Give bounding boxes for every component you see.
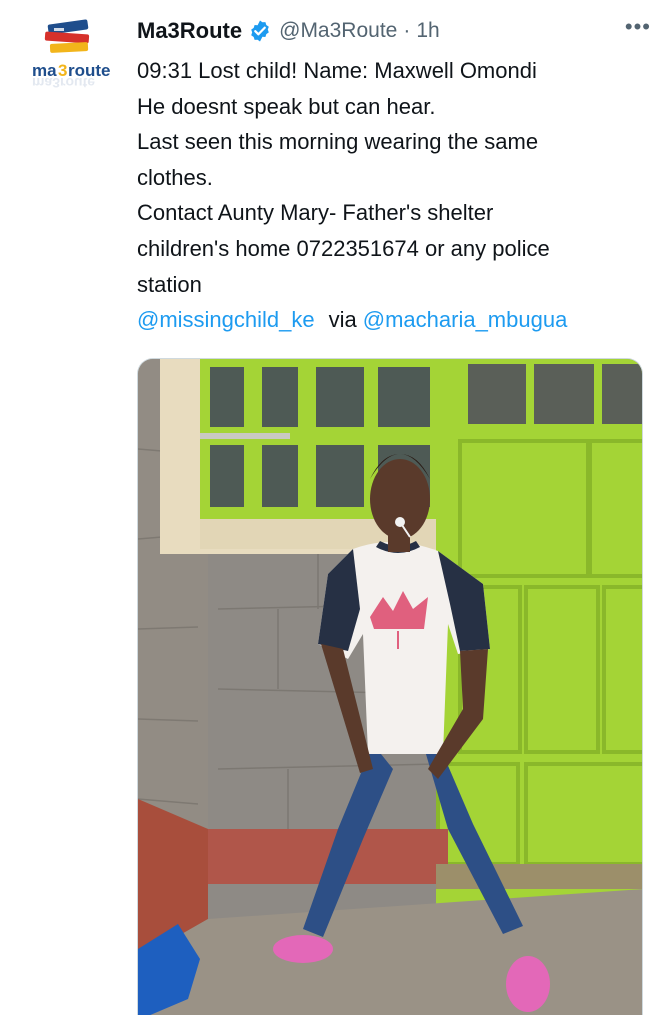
tweet-text: 09:31 Lost child! Name: Maxwell Omondi H…	[137, 53, 657, 338]
author-handle[interactable]: @Ma3Route	[279, 19, 397, 43]
tweet-line: station	[137, 271, 202, 297]
tweet-line: children's home 0722351674 or any police	[137, 235, 550, 261]
verified-badge-icon	[248, 19, 272, 43]
via-label: via	[328, 307, 357, 333]
missing-child-photo	[138, 359, 642, 1015]
mention-link[interactable]: @macharia_mbugua	[363, 307, 568, 332]
tweet-card[interactable]: ma 3 route ma3route Ma3Route @Ma3Route ·…	[0, 0, 669, 1015]
mention-link[interactable]: @missingchild_ke	[137, 307, 315, 332]
tweet-header: Ma3Route @Ma3Route · 1h •••	[137, 14, 651, 48]
author-display-name[interactable]: Ma3Route	[137, 18, 242, 44]
more-options-icon[interactable]: •••	[625, 16, 651, 46]
header-separator: ·	[403, 19, 411, 42]
ma3route-logo: ma 3 route ma3route	[32, 19, 111, 91]
svg-text:ma3route: ma3route	[32, 75, 95, 91]
tweet-line: 09:31 Lost child! Name: Maxwell Omondi	[137, 58, 537, 83]
tweet-line: clothes.	[137, 164, 213, 190]
author-avatar[interactable]: ma 3 route ma3route	[30, 16, 116, 94]
tweet-line: Last seen this morning wearing the same	[137, 129, 539, 155]
mentions-line: @missingchild_ke via @macharia_mbugua	[137, 302, 657, 338]
tweet-photo[interactable]	[137, 358, 643, 1015]
tweet-line: Contact Aunty Mary- Father's shelter	[137, 200, 494, 226]
tweet-line: He doesnt speak but can hear.	[137, 93, 436, 119]
tweet-timestamp[interactable]: 1h	[416, 19, 439, 43]
